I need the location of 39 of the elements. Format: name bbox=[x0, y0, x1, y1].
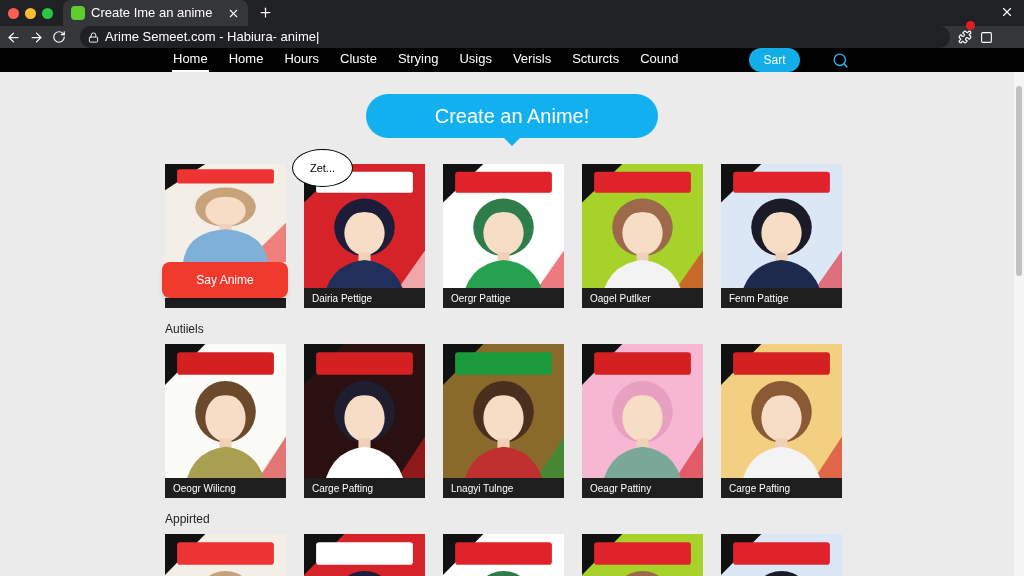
browser-tab[interactable]: Create Ime an anime bbox=[63, 0, 248, 26]
new-tab-icon[interactable] bbox=[258, 5, 273, 20]
section-heading: Autiiels bbox=[165, 321, 205, 338]
cover-caption: Carge Pafting bbox=[729, 481, 791, 496]
reload-icon[interactable] bbox=[52, 30, 66, 44]
nav-link[interactable]: Hours bbox=[283, 48, 321, 72]
nav-link[interactable]: Home bbox=[227, 48, 265, 72]
nav-link[interactable]: Strying bbox=[396, 48, 440, 72]
lock-icon bbox=[88, 31, 99, 43]
cover-caption: Carge Pafting bbox=[312, 481, 374, 496]
cover-caption: Oagel Putlker bbox=[590, 291, 651, 306]
banner-pointer bbox=[503, 137, 521, 146]
forward-icon[interactable] bbox=[29, 29, 44, 45]
address-bar[interactable]: Arime Semeet.com - Habiura- anime| bbox=[80, 26, 950, 48]
scrollbar-thumb[interactable] bbox=[1016, 86, 1022, 276]
favicon-icon bbox=[71, 6, 85, 20]
cover-caption: Dairia Pettige bbox=[312, 291, 373, 306]
cover-caption: Oeagr Pattiny bbox=[590, 481, 652, 496]
nav-link[interactable]: Cound bbox=[639, 48, 680, 72]
tab-title: Create Ime an anime bbox=[91, 4, 214, 23]
speech-bubble: Zet... bbox=[292, 149, 353, 187]
extension-icon[interactable] bbox=[980, 30, 993, 44]
extension-icon[interactable] bbox=[958, 30, 972, 44]
url-text: Arime Semeet.com - Habiura- anime| bbox=[105, 28, 321, 47]
search-icon[interactable] bbox=[831, 51, 849, 69]
cover-caption: Fenm Pattige bbox=[729, 291, 789, 306]
nav-link[interactable]: Home bbox=[172, 48, 209, 72]
cover-caption: Lnagyi Tulnge bbox=[451, 481, 514, 496]
nav-link[interactable]: Scturcts bbox=[571, 48, 621, 72]
title-banner: Create an Anime! bbox=[366, 94, 658, 138]
nav-link[interactable]: Cluste bbox=[339, 48, 378, 72]
close-icon[interactable] bbox=[1000, 5, 1014, 19]
nav-link[interactable]: Usigs bbox=[458, 48, 493, 72]
back-icon[interactable] bbox=[6, 29, 21, 45]
say-anime-button[interactable]: Say Anime bbox=[162, 262, 288, 298]
cover-caption: Oeogr Wilicng bbox=[173, 481, 236, 496]
cover-caption: Oergr Pattige bbox=[451, 291, 511, 306]
nav-link[interactable]: Verisls bbox=[511, 48, 553, 72]
section-heading: Appirted bbox=[165, 511, 211, 528]
